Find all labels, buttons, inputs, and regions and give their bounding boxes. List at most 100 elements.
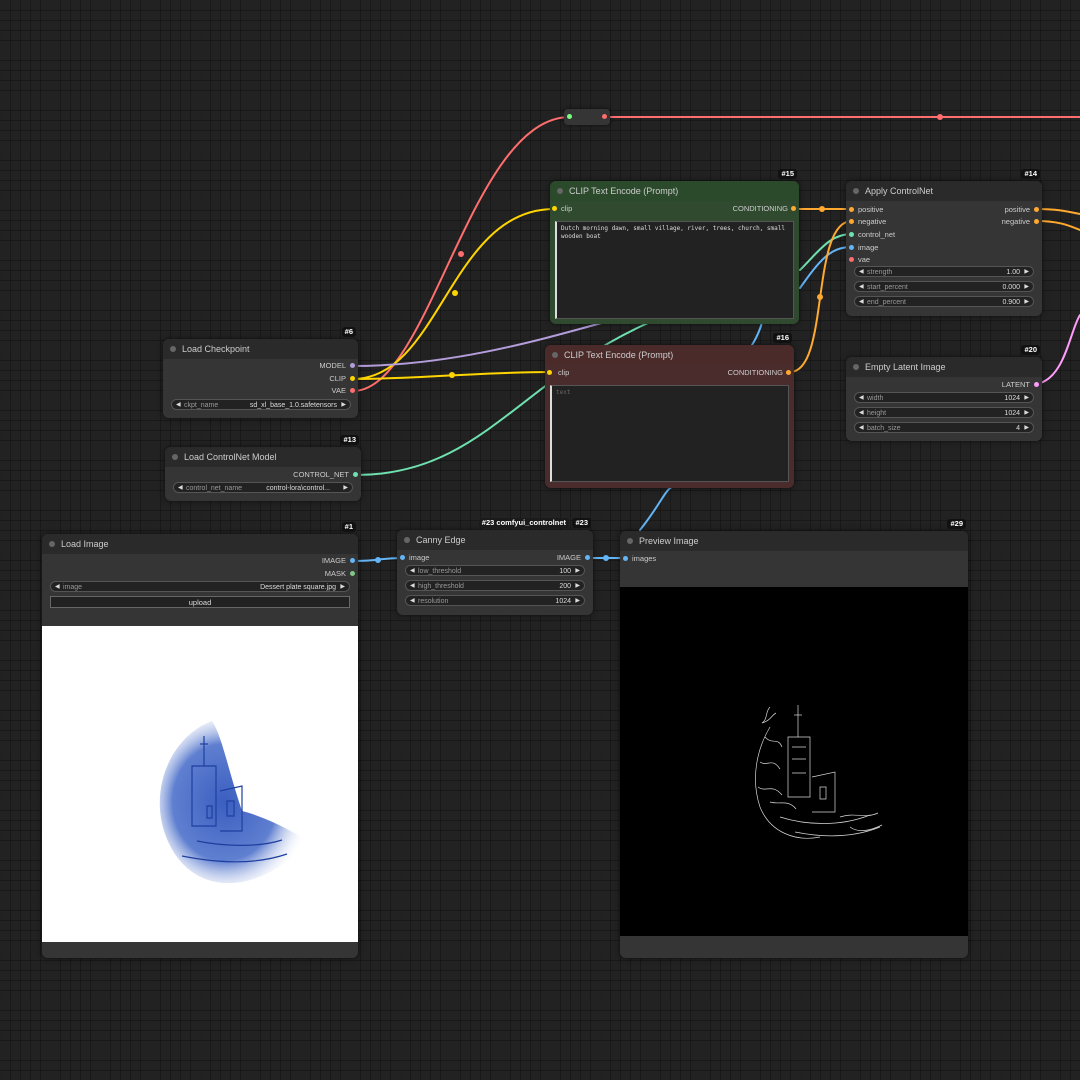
clip-text-encode-positive-node[interactable]: CLIP Text Encode (Prompt) #15 clip CONDI…	[550, 169, 799, 324]
control-net-name-widget[interactable]: ◀ control_net_name control-lora\control.…	[173, 482, 353, 493]
high-threshold-widget[interactable]: ◀ high_threshold 200 ▶	[405, 580, 585, 591]
loaded-image-preview	[42, 626, 358, 942]
positive-output-pin[interactable]	[1034, 207, 1039, 212]
widget-value: 1024	[1004, 410, 1020, 417]
clip-text-encode-negative-node[interactable]: CLIP Text Encode (Prompt) #16 clip CONDI…	[545, 333, 794, 488]
clip-input-pin[interactable]	[552, 206, 557, 211]
vae-input-pin[interactable]	[849, 257, 854, 262]
images-input-pin[interactable]	[623, 556, 628, 561]
apply-controlnet-node[interactable]: Apply ControlNet #14 positive negative c…	[846, 169, 1042, 316]
ckpt-name-widget[interactable]: ◀ ckpt_name sd_xl_base_1.0.safetensors ▶	[171, 399, 351, 410]
widget-value: 1.00	[1006, 269, 1020, 276]
decrement-arrow-icon[interactable]: ◀	[410, 566, 415, 575]
node-header[interactable]: Preview Image	[620, 531, 968, 551]
increment-arrow-icon[interactable]: ▶	[1024, 267, 1029, 276]
decrement-arrow-icon[interactable]: ◀	[859, 282, 864, 291]
image-input-pin[interactable]	[849, 245, 854, 250]
prompt-text-area[interactable]: Dutch morning dawn, small village, river…	[555, 221, 794, 319]
load-checkpoint-node[interactable]: Load Checkpoint #6 MODEL CLIP VAE ◀ ckpt…	[163, 327, 358, 418]
image-input-pin[interactable]	[400, 555, 405, 560]
increment-arrow-icon[interactable]: ▶	[1024, 423, 1029, 432]
decrement-arrow-icon[interactable]: ◀	[859, 297, 864, 306]
empty-latent-image-node[interactable]: Empty Latent Image #20 LATENT ◀ width 10…	[846, 345, 1042, 441]
next-arrow-icon[interactable]: ▶	[340, 582, 345, 591]
control-net-input-pin[interactable]	[849, 232, 854, 237]
node-header[interactable]: Load Checkpoint	[163, 339, 358, 359]
reroute-input-pin[interactable]	[567, 114, 572, 119]
start-percent-widget[interactable]: ◀ start_percent 0.000 ▶	[854, 281, 1034, 292]
strength-widget[interactable]: ◀ strength 1.00 ▶	[854, 266, 1034, 277]
clip-input-pin[interactable]	[547, 370, 552, 375]
node-header[interactable]: Canny Edge	[397, 530, 593, 550]
next-arrow-icon[interactable]: ▶	[343, 483, 348, 492]
reroute-node[interactable]	[564, 109, 610, 125]
previous-arrow-icon[interactable]: ◀	[176, 400, 181, 409]
collapse-dot-icon[interactable]	[49, 541, 55, 547]
node-header[interactable]: Apply ControlNet	[846, 181, 1042, 201]
decrement-arrow-icon[interactable]: ◀	[859, 423, 864, 432]
negative-output-pin[interactable]	[1034, 219, 1039, 224]
latent-output-pin[interactable]	[1034, 382, 1039, 387]
negative-prompt-text-area[interactable]: text	[550, 385, 789, 482]
increment-arrow-icon[interactable]: ▶	[1024, 297, 1029, 306]
collapse-dot-icon[interactable]	[170, 346, 176, 352]
widget-label: batch_size	[867, 425, 901, 432]
image-output-pin[interactable]	[350, 558, 355, 563]
decrement-arrow-icon[interactable]: ◀	[410, 596, 415, 605]
collapse-dot-icon[interactable]	[552, 352, 558, 358]
node-header[interactable]: CLIP Text Encode (Prompt)	[550, 181, 799, 201]
increment-arrow-icon[interactable]: ▶	[575, 566, 580, 575]
height-widget[interactable]: ◀ height 1024 ▶	[854, 407, 1034, 418]
canny-edge-node[interactable]: #23 comfyui_controlnet #23 Canny Edge im…	[397, 518, 593, 615]
decrement-arrow-icon[interactable]: ◀	[859, 408, 864, 417]
widget-label: width	[867, 395, 884, 402]
model-output-pin[interactable]	[350, 363, 355, 368]
reroute-output-pin[interactable]	[602, 114, 607, 119]
conditioning-output-pin[interactable]	[791, 206, 796, 211]
upload-button[interactable]: upload	[50, 596, 350, 608]
batch-size-widget[interactable]: ◀ batch_size 4 ▶	[854, 422, 1034, 433]
collapse-dot-icon[interactable]	[557, 188, 563, 194]
increment-arrow-icon[interactable]: ▶	[1024, 282, 1029, 291]
next-arrow-icon[interactable]: ▶	[341, 400, 346, 409]
node-header[interactable]: CLIP Text Encode (Prompt)	[545, 345, 794, 365]
node-header[interactable]: Empty Latent Image	[846, 357, 1042, 377]
increment-arrow-icon[interactable]: ▶	[575, 596, 580, 605]
decrement-arrow-icon[interactable]: ◀	[859, 267, 864, 276]
collapse-dot-icon[interactable]	[853, 188, 859, 194]
collapse-dot-icon[interactable]	[172, 454, 178, 460]
widget-value: sd_xl_base_1.0.safetensors	[249, 402, 337, 409]
control-net-output-pin[interactable]	[353, 472, 358, 477]
vae-output-pin[interactable]	[350, 388, 355, 393]
previous-arrow-icon[interactable]: ◀	[178, 483, 183, 492]
mask-output-pin[interactable]	[350, 571, 355, 576]
node-header[interactable]: Load ControlNet Model	[165, 447, 361, 467]
clip-output-pin[interactable]	[350, 376, 355, 381]
collapse-dot-icon[interactable]	[627, 538, 633, 544]
image-select-widget[interactable]: ◀ image Dessert plate square.jpg ▶	[50, 581, 350, 592]
increment-arrow-icon[interactable]: ▶	[1024, 393, 1029, 402]
conditioning-output-pin[interactable]	[786, 370, 791, 375]
link-canny-apply	[639, 486, 673, 531]
positive-input-pin[interactable]	[849, 207, 854, 212]
previous-arrow-icon[interactable]: ◀	[55, 582, 60, 591]
decrement-arrow-icon[interactable]: ◀	[410, 581, 415, 590]
vae-input-label: vae	[858, 255, 871, 264]
load-controlnet-model-node[interactable]: Load ControlNet Model #13 CONTROL_NET ◀ …	[165, 435, 361, 501]
increment-arrow-icon[interactable]: ▶	[1024, 408, 1029, 417]
increment-arrow-icon[interactable]: ▶	[575, 581, 580, 590]
collapse-dot-icon[interactable]	[404, 537, 410, 543]
preview-image-node[interactable]: Preview Image #29 images	[620, 519, 968, 958]
width-widget[interactable]: ◀ width 1024 ▶	[854, 392, 1034, 403]
load-image-node[interactable]: Load Image #1 IMAGE MASK ◀ image Dessert…	[42, 522, 358, 958]
decrement-arrow-icon[interactable]: ◀	[859, 393, 864, 402]
collapse-dot-icon[interactable]	[853, 364, 859, 370]
negative-input-pin[interactable]	[849, 219, 854, 224]
resolution-widget[interactable]: ◀ resolution 1024 ▶	[405, 595, 585, 606]
end-percent-widget[interactable]: ◀ end_percent 0.900 ▶	[854, 296, 1034, 307]
preview-image-output[interactable]	[620, 587, 968, 936]
node-header[interactable]: Load Image	[42, 534, 358, 554]
widget-label: strength	[867, 269, 893, 276]
image-output-pin[interactable]	[585, 555, 590, 560]
low-threshold-widget[interactable]: ◀ low_threshold 100 ▶	[405, 565, 585, 576]
